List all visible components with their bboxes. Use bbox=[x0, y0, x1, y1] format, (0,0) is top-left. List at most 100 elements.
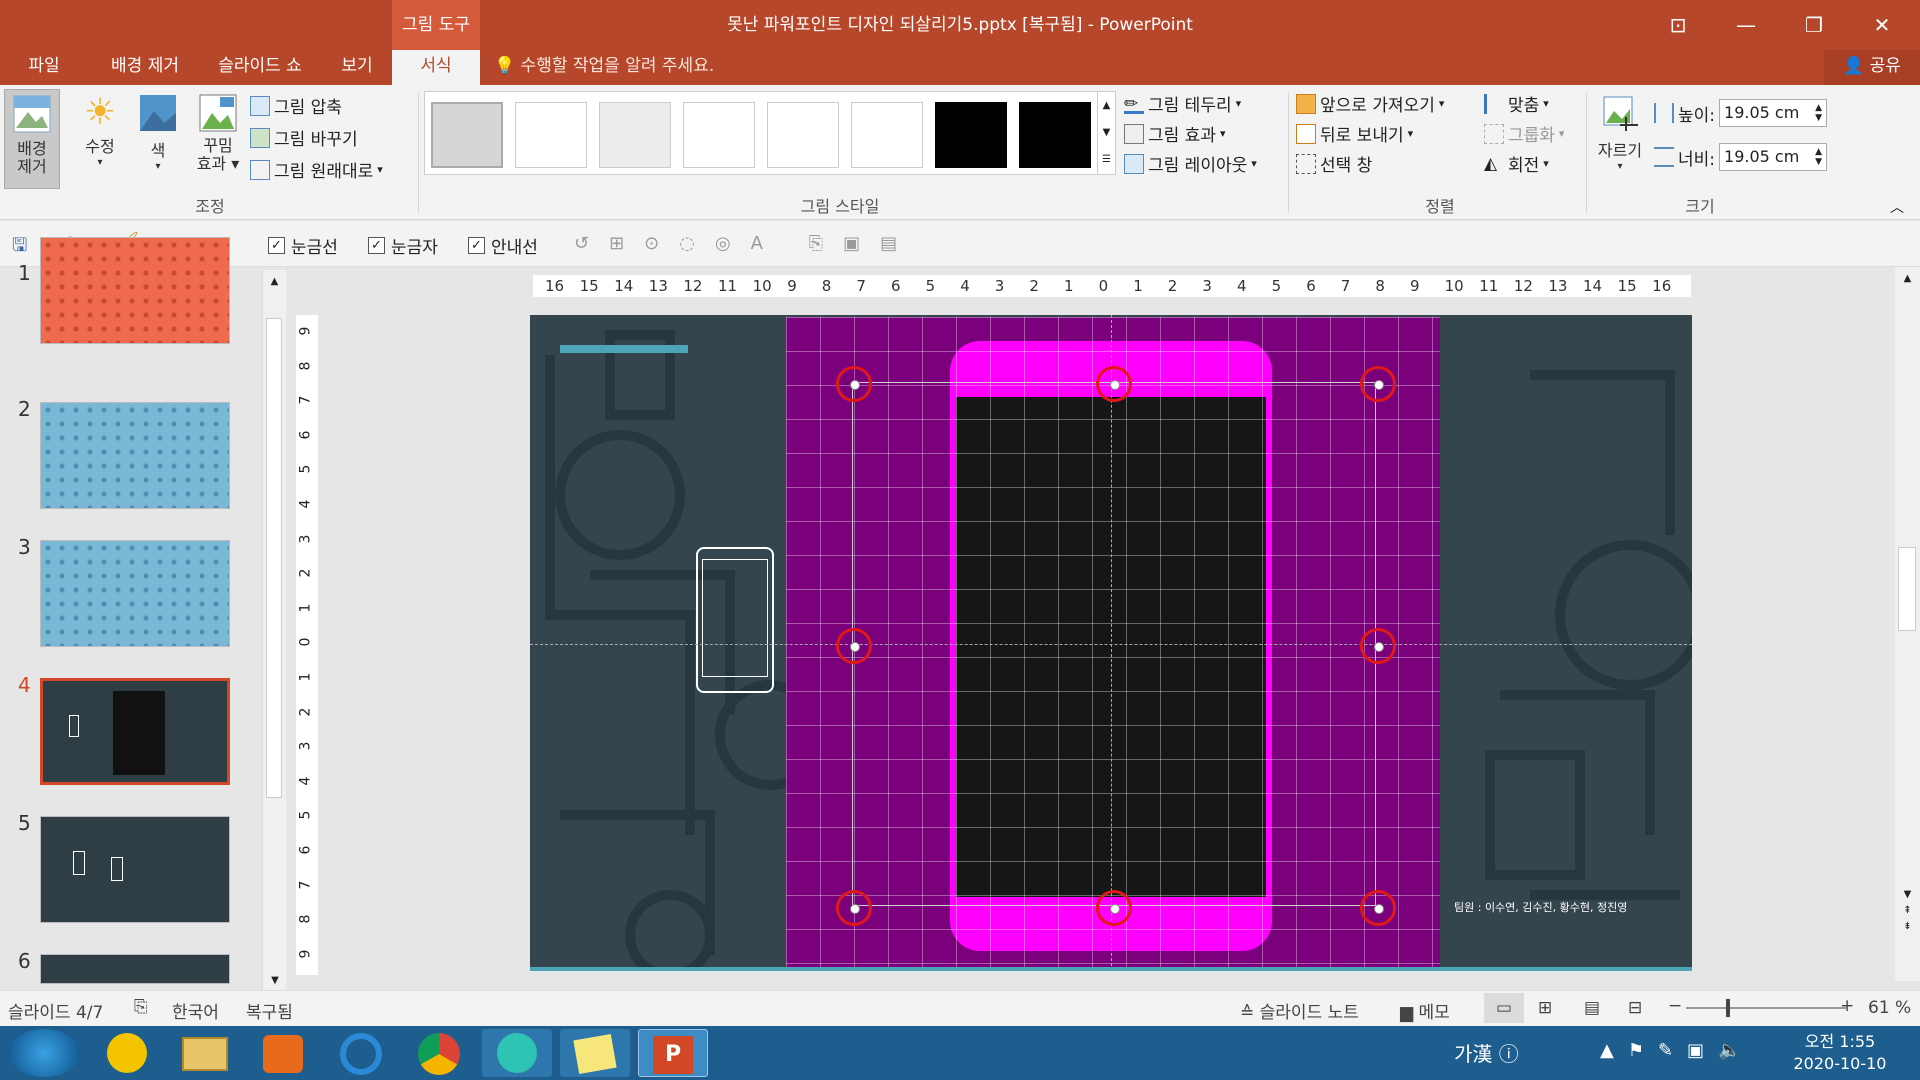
resize-handle[interactable] bbox=[1096, 890, 1132, 926]
picture-effects-button[interactable]: 그림 효과 ▾ bbox=[1124, 121, 1226, 146]
restore-button[interactable]: ❐ bbox=[1784, 0, 1844, 50]
bring-forward-button[interactable]: 앞으로 가져오기 ▾ bbox=[1296, 91, 1444, 116]
slide-sorter-button[interactable]: ⊞ bbox=[1538, 998, 1552, 1018]
style-thumb[interactable] bbox=[515, 102, 587, 168]
small-phone-icon[interactable] bbox=[696, 547, 774, 693]
style-thumb[interactable] bbox=[851, 102, 923, 168]
zoom-slider[interactable] bbox=[1686, 999, 1846, 1017]
internet-explorer-icon[interactable] bbox=[326, 1029, 396, 1077]
slide-thumb-4[interactable] bbox=[40, 678, 230, 785]
powerpoint-icon[interactable]: P bbox=[638, 1029, 708, 1077]
align-button[interactable]: 맞춤 ▾ bbox=[1484, 91, 1549, 116]
zoom-in-button[interactable]: + bbox=[1840, 996, 1854, 1016]
corrections-button[interactable]: ☀ 수정 ▾ bbox=[72, 93, 128, 169]
slide-thumb-6[interactable] bbox=[40, 954, 230, 984]
resize-handle[interactable] bbox=[1096, 366, 1132, 402]
style-thumb[interactable] bbox=[935, 102, 1007, 168]
notes-button[interactable]: ≙ 슬라이드 노트 bbox=[1240, 998, 1359, 1023]
thumbnail-scrollbar[interactable]: ▲ ▼ bbox=[262, 270, 286, 990]
collapse-ribbon-icon[interactable]: ︿ bbox=[1890, 197, 1904, 217]
ruler-checkbox[interactable]: ✓ 눈금자 bbox=[368, 233, 438, 258]
media-player-icon[interactable] bbox=[92, 1029, 162, 1077]
color-button[interactable]: 색 ▾ bbox=[134, 93, 182, 172]
spellcheck-icon[interactable]: ⎘ bbox=[134, 997, 148, 1017]
clock[interactable]: 오전 1:55 2020-10-10 bbox=[1780, 1031, 1900, 1075]
bring-forward-icon bbox=[1296, 93, 1316, 114]
group-button[interactable]: 그룹화 ▾ bbox=[1484, 121, 1564, 146]
ruler-tick-label: 15 bbox=[579, 277, 599, 295]
language-indicator[interactable]: 한국어 bbox=[172, 998, 219, 1023]
resize-handle[interactable] bbox=[1360, 890, 1396, 926]
slideshow-button[interactable]: ⊟ bbox=[1628, 998, 1642, 1018]
ribbon-display-icon[interactable]: ⊡ bbox=[1648, 0, 1708, 50]
rotate-button[interactable]: ◭ 회전 ▾ bbox=[1484, 151, 1549, 177]
ruler-tick-label: 11 bbox=[718, 277, 738, 295]
ruler-tick-label: 7 bbox=[856, 277, 866, 295]
resize-handle[interactable] bbox=[836, 890, 872, 926]
resize-handle[interactable] bbox=[836, 628, 872, 664]
zoom-level[interactable]: 61 % bbox=[1868, 998, 1911, 1018]
tab-file[interactable]: 파일 bbox=[18, 50, 70, 85]
picture-layout-button[interactable]: 그림 레이아웃 ▾ bbox=[1124, 151, 1257, 176]
compress-pictures-button[interactable]: 그림 압축 bbox=[250, 93, 342, 118]
media-icon[interactable] bbox=[248, 1029, 318, 1077]
change-picture-button[interactable]: 그림 바꾸기 bbox=[250, 125, 358, 150]
style-thumb[interactable] bbox=[599, 102, 671, 168]
slide-number: 3 bbox=[18, 535, 31, 559]
file-explorer-icon[interactable] bbox=[170, 1029, 240, 1077]
send-backward-button[interactable]: 뒤로 보내기 ▾ bbox=[1296, 121, 1413, 146]
team-members-text[interactable]: 팀원 : 이수연, 김수진, 황수현, 정진영 bbox=[1454, 899, 1627, 915]
normal-view-button[interactable]: ▭ bbox=[1484, 993, 1524, 1023]
comments-button[interactable]: ▆ 메모 bbox=[1400, 998, 1450, 1023]
slide-thumb-1[interactable] bbox=[40, 237, 230, 344]
selection-pane-button[interactable]: 선택 창 bbox=[1296, 151, 1372, 176]
gridlines-checkbox[interactable]: ✓ 눈금선 bbox=[268, 233, 338, 258]
ruler-tick-label: 14 bbox=[1583, 277, 1603, 295]
crop-icon bbox=[1603, 96, 1638, 131]
slide-canvas[interactable]: 팀원 : 이수연, 김수진, 황수현, 정진영 bbox=[530, 315, 1692, 971]
close-button[interactable]: ✕ bbox=[1852, 0, 1912, 50]
tray-icons[interactable]: ▲⚑✎▣🔈 bbox=[1600, 1040, 1754, 1061]
divider bbox=[1586, 93, 1587, 213]
height-input[interactable]: 19.05 cm ▲ ▼ bbox=[1719, 99, 1828, 127]
tab-view[interactable]: 보기 bbox=[332, 50, 382, 85]
zoom-out-button[interactable]: − bbox=[1668, 996, 1682, 1016]
slide-thumb-5[interactable] bbox=[40, 816, 230, 923]
height-row: 높이: 19.05 cm ▲ ▼ bbox=[1654, 99, 1828, 127]
picture-border-button[interactable]: ✏ 그림 테두리 ▾ bbox=[1124, 91, 1241, 116]
sticky-notes-icon[interactable] bbox=[560, 1029, 630, 1077]
tab-format[interactable]: 서식 bbox=[392, 50, 480, 85]
ruler-tick-label: 2 bbox=[1029, 277, 1039, 295]
style-thumb[interactable] bbox=[767, 102, 839, 168]
reset-picture-button[interactable]: 그림 원래대로 ▾ bbox=[250, 157, 383, 182]
guides-checkbox[interactable]: ✓ 안내선 bbox=[468, 233, 538, 258]
tab-slideshow[interactable]: 슬라이드 쇼 bbox=[208, 50, 312, 85]
tell-me-box[interactable]: 💡 수행할 작업을 알려 주세요. bbox=[494, 50, 714, 83]
remove-background-button[interactable]: 배경 제거 bbox=[4, 89, 60, 189]
minimize-button[interactable]: — bbox=[1716, 0, 1776, 50]
gallery-scroll[interactable]: ▲ ▼ ☰ bbox=[1097, 92, 1115, 174]
style-thumb[interactable] bbox=[683, 102, 755, 168]
resize-handle[interactable] bbox=[1360, 366, 1396, 402]
tab-remove-background[interactable]: 배경 제거 bbox=[100, 50, 190, 85]
start-button[interactable] bbox=[8, 1029, 80, 1077]
slide-thumb-3[interactable] bbox=[40, 540, 230, 647]
slide-thumb-2[interactable] bbox=[40, 402, 230, 509]
reading-view-button[interactable]: ▤ bbox=[1584, 998, 1600, 1018]
share-button[interactable]: 👤 공유 bbox=[1824, 50, 1920, 85]
chrome-icon[interactable] bbox=[404, 1029, 474, 1077]
app-icon[interactable] bbox=[482, 1029, 552, 1077]
style-thumb[interactable] bbox=[431, 102, 503, 168]
ime-indicator[interactable]: 가漢 ⓘ bbox=[1454, 1038, 1519, 1067]
width-input[interactable]: 19.05 cm ▲ ▼ bbox=[1719, 143, 1828, 171]
save-icon[interactable]: 🖫 bbox=[12, 233, 27, 263]
ruler-tick-label: 6 bbox=[1306, 277, 1316, 295]
resize-handle[interactable] bbox=[836, 366, 872, 402]
style-thumb[interactable] bbox=[1019, 102, 1091, 168]
crop-button[interactable]: 자르기 ▾ bbox=[1590, 93, 1650, 172]
ruler-tick-label: 9 bbox=[787, 277, 797, 295]
resize-handle[interactable] bbox=[1360, 628, 1396, 664]
editor-scrollbar[interactable]: ▲ ▼ ⇞ ⇟ bbox=[1895, 267, 1920, 981]
slide-number: 5 bbox=[18, 811, 31, 835]
artistic-effects-button[interactable]: 꾸밈 효과 ▾ bbox=[190, 93, 246, 173]
